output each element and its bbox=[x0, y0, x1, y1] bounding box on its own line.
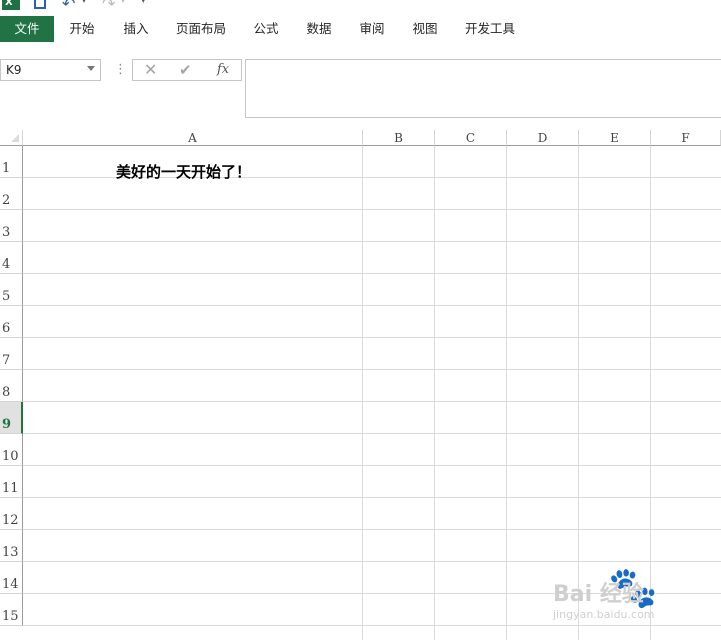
tab-formulas[interactable]: 公式 bbox=[245, 16, 287, 42]
redo-icon[interactable]: ↷ bbox=[102, 0, 115, 12]
watermark-brand: Bai 经验 bbox=[553, 582, 644, 607]
row-header-15[interactable]: 15 bbox=[0, 594, 23, 626]
row-header-12[interactable]: 12 bbox=[0, 498, 23, 530]
save-icon[interactable] bbox=[34, 0, 46, 9]
row-header-4[interactable]: 4 bbox=[0, 242, 23, 274]
column-header-d[interactable]: D bbox=[507, 130, 579, 146]
tab-page-layout[interactable]: 页面布局 bbox=[170, 16, 232, 42]
quick-access-toolbar: X ↶ ▾ ↷ ▾ ▾ bbox=[0, 0, 721, 12]
column-header-f[interactable]: F bbox=[651, 130, 721, 146]
insert-function-icon[interactable]: fx bbox=[217, 62, 229, 77]
grid-line bbox=[434, 146, 435, 640]
row-header-1[interactable]: 1 bbox=[0, 146, 23, 178]
column-header-c[interactable]: C bbox=[435, 130, 507, 146]
tab-file[interactable]: 文件 bbox=[0, 16, 54, 42]
grid-line bbox=[23, 273, 721, 274]
row-header-13[interactable]: 13 bbox=[0, 530, 23, 562]
tab-review[interactable]: 审阅 bbox=[351, 16, 393, 42]
grid-line bbox=[578, 146, 579, 640]
ribbon-tabs: 文件 开始 插入 页面布局 公式 数据 审阅 视图 开发工具 bbox=[0, 16, 721, 42]
grid-line bbox=[23, 401, 721, 402]
customize-toolbar-icon[interactable]: ▾ bbox=[141, 0, 146, 6]
name-box[interactable]: K9 bbox=[0, 59, 101, 81]
grid-line bbox=[23, 209, 721, 210]
row-header-7[interactable]: 7 bbox=[0, 338, 23, 370]
column-header-a[interactable]: A bbox=[23, 130, 363, 146]
formula-bar: K9 ⋮ ✕ ✔ fx bbox=[0, 58, 721, 120]
grid-line bbox=[23, 433, 721, 434]
row-header-5[interactable]: 5 bbox=[0, 274, 23, 306]
grid-line bbox=[23, 529, 721, 530]
grid-line bbox=[23, 369, 721, 370]
formula-input[interactable] bbox=[245, 59, 721, 118]
column-header-e[interactable]: E bbox=[579, 130, 651, 146]
grid-line bbox=[23, 305, 721, 306]
cancel-icon[interactable]: ✕ bbox=[144, 60, 157, 79]
row-header-11[interactable]: 11 bbox=[0, 466, 23, 498]
row-header-3[interactable]: 3 bbox=[0, 210, 23, 242]
grid-line bbox=[23, 241, 721, 242]
more-options-icon[interactable]: ⋮ bbox=[114, 62, 127, 77]
grid-line bbox=[23, 497, 721, 498]
excel-app-icon: X bbox=[2, 0, 20, 10]
formula-buttons: ✕ ✔ fx bbox=[132, 59, 242, 81]
row-header-9-selected[interactable]: 9 bbox=[0, 402, 23, 434]
grid-line bbox=[23, 465, 721, 466]
select-all-icon bbox=[11, 134, 19, 142]
column-header-b[interactable]: B bbox=[363, 130, 435, 146]
undo-dropdown-icon[interactable]: ▾ bbox=[82, 0, 86, 5]
name-box-value: K9 bbox=[6, 63, 22, 77]
row-header-10[interactable]: 10 bbox=[0, 434, 23, 466]
grid-line bbox=[362, 146, 363, 640]
tab-developer[interactable]: 开发工具 bbox=[459, 16, 521, 42]
tab-view[interactable]: 视图 bbox=[404, 16, 446, 42]
row-header-6[interactable]: 6 bbox=[0, 306, 23, 338]
row-header-2[interactable]: 2 bbox=[0, 178, 23, 210]
baidu-jingyan-watermark: 🐾 Bai 经验 jingyan.baidu.com bbox=[553, 565, 713, 632]
grid-line bbox=[23, 337, 721, 338]
tab-data[interactable]: 数据 bbox=[298, 16, 340, 42]
row-header-14[interactable]: 14 bbox=[0, 562, 23, 594]
grid-line bbox=[23, 561, 721, 562]
chevron-down-icon[interactable] bbox=[87, 66, 95, 71]
undo-icon[interactable]: ↶ bbox=[62, 0, 75, 12]
select-all-corner[interactable] bbox=[0, 130, 23, 146]
tab-home[interactable]: 开始 bbox=[61, 16, 103, 42]
redo-dropdown-icon[interactable]: ▾ bbox=[121, 0, 125, 5]
grid-line bbox=[506, 146, 507, 640]
tab-insert[interactable]: 插入 bbox=[115, 16, 157, 42]
row-header-8[interactable]: 8 bbox=[0, 370, 23, 402]
cell-a1[interactable]: 美好的一天开始了！ bbox=[116, 161, 251, 182]
watermark-url: jingyan.baidu.com bbox=[553, 608, 655, 621]
enter-icon[interactable]: ✔ bbox=[179, 61, 192, 79]
